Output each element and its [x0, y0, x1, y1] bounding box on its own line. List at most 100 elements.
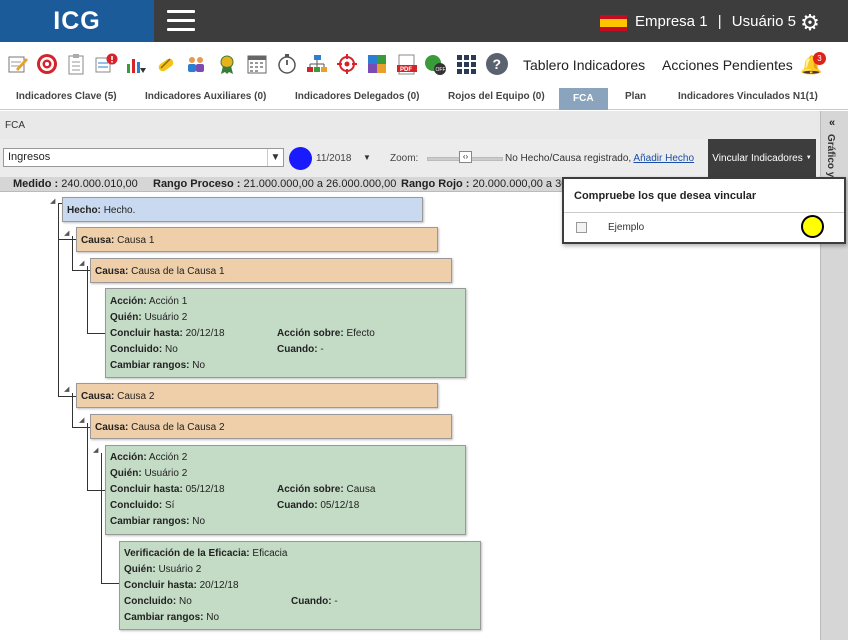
- field-value: Acción 2: [148, 452, 188, 463]
- collapse-triangle-icon[interactable]: ◢: [79, 416, 84, 424]
- tab-indicadores-auxiliares[interactable]: Indicadores Auxiliares (0): [145, 91, 266, 102]
- off-icon[interactable]: OFF: [422, 51, 448, 77]
- clipboard-icon[interactable]: [63, 51, 89, 77]
- fca-tree: ◢ ◢ ◢ ◢ ◢ ◢ Hecho: Hecho. Causa: Causa 1…: [0, 193, 820, 640]
- field-value: Efecto: [346, 328, 375, 339]
- stopwatch-icon[interactable]: [274, 51, 300, 77]
- field-value: No: [206, 612, 220, 623]
- field-value: -: [334, 596, 338, 607]
- controls-bar: Ingresos ▼ 11/2018 ▼ Zoom: ‹› No Hecho/C…: [0, 139, 820, 177]
- tree-connector: [87, 333, 105, 334]
- collapse-triangle-icon[interactable]: ◢: [93, 446, 98, 454]
- measure-label: Rango Proceso :: [153, 178, 241, 190]
- spain-flag-icon[interactable]: [600, 15, 627, 31]
- tab-rojos-del-equipo[interactable]: Rojos del Equipo (0): [448, 91, 545, 102]
- node-field: Verificación de la Eficacia: Eficacia: [124, 548, 287, 559]
- divider: [564, 212, 844, 213]
- causa-label: Causa:: [81, 235, 115, 246]
- help-icon[interactable]: ?: [484, 51, 510, 77]
- tablero-indicadores-link[interactable]: Tablero Indicadores: [523, 57, 645, 73]
- tab-indicadores-delegados[interactable]: Indicadores Delegados (0): [295, 91, 419, 102]
- measure-value: 20.000.000,00 a 30.0: [472, 178, 577, 190]
- node-field: Causa: Causa 1: [81, 235, 154, 246]
- collapse-triangle-icon[interactable]: ◢: [79, 259, 84, 267]
- field-value: No: [192, 516, 206, 527]
- chevron-left-icon[interactable]: «: [829, 117, 835, 129]
- edit-icon[interactable]: [5, 51, 31, 77]
- field-value: No: [179, 596, 192, 607]
- hecho-value: Hecho.: [103, 205, 136, 216]
- measure-value: 240.000.010,00: [61, 178, 138, 190]
- tree-connector: [58, 239, 76, 240]
- node-field: Cambiar rangos: No: [110, 516, 205, 527]
- award-icon[interactable]: [214, 51, 240, 77]
- hecho-node[interactable]: Hecho: Hecho.: [62, 197, 423, 222]
- collapse-triangle-icon[interactable]: ◢: [64, 229, 69, 237]
- causa-node[interactable]: Causa: Causa de la Causa 2: [90, 414, 452, 439]
- field-label: Cuando:: [277, 344, 318, 355]
- vincular-indicadores-button[interactable]: Vincular Indicadores ▼: [708, 139, 816, 177]
- gear-icon[interactable]: ⚙: [799, 12, 821, 34]
- zoom-label: Zoom:: [390, 153, 419, 164]
- add-hecho-link[interactable]: Añadir Hecho: [633, 153, 694, 164]
- node-field: Causa: Causa de la Causa 1: [95, 266, 225, 277]
- grid-icon[interactable]: [453, 51, 479, 77]
- user-name: Usuário 5: [731, 13, 796, 30]
- tab-fca[interactable]: FCA: [559, 88, 608, 110]
- causa-value: Causa de la Causa 2: [131, 422, 225, 433]
- list-alert-icon[interactable]: [93, 51, 119, 77]
- caret-down-icon[interactable]: ▼: [363, 153, 371, 162]
- field-value: Usuário 2: [144, 312, 188, 323]
- causa-node[interactable]: Causa: Causa 1: [76, 227, 438, 252]
- node-field: Acción: Acción 2: [110, 452, 187, 463]
- zoom-slider-handle[interactable]: ‹›: [459, 151, 472, 163]
- tab-indicadores-vinculados[interactable]: Indicadores Vinculados N1(1): [678, 91, 818, 102]
- period-label[interactable]: 11/2018: [316, 153, 351, 164]
- puzzle-icon[interactable]: [364, 51, 390, 77]
- ejemplo-label[interactable]: Ejemplo: [608, 222, 644, 233]
- tab-plan[interactable]: Plan: [625, 91, 646, 102]
- ejemplo-checkbox[interactable]: [576, 222, 587, 233]
- node-field: Concluido: No: [124, 596, 192, 607]
- node-field: Concluir hasta: 20/12/18: [110, 328, 225, 339]
- menu-icon[interactable]: [167, 10, 195, 32]
- users-icon[interactable]: [183, 51, 209, 77]
- toolbar: PDF OFF ? Tablero Indicadores Acciones P…: [0, 42, 848, 88]
- tab-indicadores-clave[interactable]: Indicadores Clave (5): [16, 91, 117, 102]
- node-field: Causa: Causa de la Causa 2: [95, 422, 225, 433]
- calendar-icon[interactable]: [244, 51, 270, 77]
- node-field: Causa: Causa 2: [81, 391, 154, 402]
- node-field: Cuando: -: [291, 596, 338, 607]
- collapse-triangle-icon[interactable]: ◢: [50, 197, 55, 205]
- medido: Medido : 240.000.010,00: [13, 178, 138, 190]
- causa-label: Causa:: [81, 391, 115, 402]
- measure-value: 21.000.000,00 a 26.000.000,00: [243, 178, 397, 190]
- accion-node[interactable]: Acción: Acción 1 Quién: Usuário 2 Conclu…: [105, 288, 466, 378]
- collapse-triangle-icon[interactable]: ◢: [64, 385, 69, 393]
- acciones-pendientes-link[interactable]: Acciones Pendientes: [662, 57, 793, 73]
- verificacion-node[interactable]: Verificación de la Eficacia: Eficacia Qu…: [119, 541, 481, 630]
- indicator-select[interactable]: Ingresos ▼: [3, 148, 284, 167]
- vincular-dropdown-title: Compruebe los que desea vincular: [574, 190, 757, 202]
- accion-node[interactable]: Acción: Acción 2 Quién: Usuário 2 Conclu…: [105, 445, 466, 535]
- status-indicator-yellow: [801, 215, 824, 238]
- causa-value: Causa 1: [117, 235, 155, 246]
- paperclip-icon[interactable]: [153, 51, 179, 77]
- node-field: Concluido: Sí: [110, 500, 174, 511]
- chevron-down-icon[interactable]: ▼: [267, 149, 283, 166]
- field-label: Quién:: [110, 468, 142, 479]
- field-value: Usuário 2: [158, 564, 202, 575]
- hierarchy-icon[interactable]: [304, 51, 330, 77]
- target-icon[interactable]: [34, 51, 60, 77]
- pdf-icon[interactable]: PDF: [394, 51, 420, 77]
- company-user-label[interactable]: Empresa 1 | Usuário 5: [635, 13, 796, 30]
- bar-chart-icon[interactable]: [123, 51, 149, 77]
- crosshair-icon[interactable]: [334, 51, 360, 77]
- app-logo[interactable]: ICG: [0, 0, 154, 42]
- node-field: Concluido: No: [110, 344, 178, 355]
- causa-node[interactable]: Causa: Causa de la Causa 1: [90, 258, 452, 283]
- causa-node[interactable]: Causa: Causa 2: [76, 383, 438, 408]
- field-label: Acción sobre:: [277, 484, 344, 495]
- field-value: 20/12/18: [185, 328, 225, 339]
- indicator-select-value: Ingresos: [8, 151, 51, 163]
